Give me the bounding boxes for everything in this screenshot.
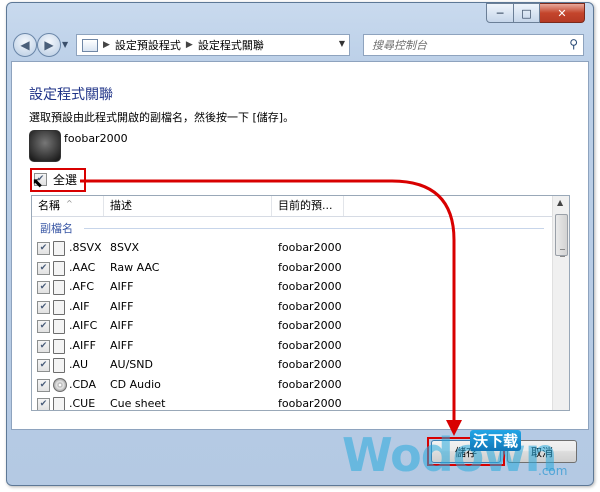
row-checkbox[interactable]: ✔: [37, 320, 50, 333]
cd-icon: [53, 377, 67, 392]
address-bar[interactable]: ▶ 設定預設程式 ▶ 設定程式關聯 ▼: [76, 34, 350, 56]
audio-file-icon: [53, 299, 65, 315]
list-item[interactable]: ✔ .AU AU/SND foobar2000: [32, 355, 552, 375]
audio-file-icon: [53, 260, 65, 276]
foobar2000-app-icon: [29, 130, 61, 162]
row-current-default: foobar2000: [278, 358, 342, 371]
list-rows: ✔ .8SVX 8SVX foobar2000 ✔ .AAC Raw AAC foobar20…: [32, 238, 552, 410]
row-extension: .8SVX: [69, 241, 102, 254]
page-description: 選取預設由此程式開啟的副檔名，然後按一下 [儲存]。: [29, 111, 295, 124]
list-item[interactable]: ✔ .AIFC AIFF foobar2000: [32, 316, 552, 336]
column-description[interactable]: 描述: [104, 196, 272, 216]
mouse-cursor-icon: ⬉: [32, 176, 43, 191]
close-button[interactable]: ✕: [540, 3, 585, 23]
row-description: AIFF: [110, 338, 134, 352]
row-extension: .AAC: [69, 260, 96, 274]
audio-file-icon: [53, 358, 65, 373]
minimize-button[interactable]: ─: [486, 3, 514, 23]
vertical-scrollbar[interactable]: ▲: [552, 196, 569, 410]
content-pane: 設定程式關聯 選取預設由此程式開啟的副檔名，然後按一下 [儲存]。 foobar…: [11, 61, 589, 430]
caption-buttons: ─ □ ✕: [486, 3, 585, 23]
navigation-bar: ◀ ▶ ▼ ▶ 設定預設程式 ▶ 設定程式關聯 ▼ 搜尋控制台 ⚲: [11, 31, 589, 61]
list-item[interactable]: ✔ .AFC AIFF foobar2000: [32, 277, 552, 297]
chevron-right-icon[interactable]: ▶: [103, 40, 110, 50]
list-item[interactable]: ✔ .8SVX 8SVX foobar2000: [32, 238, 552, 258]
forward-arrow-icon: ▶: [44, 38, 54, 52]
row-checkbox[interactable]: ✔: [37, 300, 50, 314]
audio-file-icon: [53, 280, 65, 295]
scroll-thumb[interactable]: [555, 214, 568, 257]
list-item[interactable]: ✔ .AAC Raw AAC foobar2000: [32, 258, 552, 278]
row-current-default: foobar2000: [278, 280, 342, 293]
breadcrumb-set-associations[interactable]: 設定程式關聯: [198, 37, 264, 53]
row-checkbox[interactable]: ✔: [37, 339, 50, 353]
row-extension: .AIFF: [69, 338, 96, 352]
column-name[interactable]: 名稱 ^: [32, 196, 104, 216]
row-checkbox[interactable]: ✔: [37, 359, 50, 372]
row-extension: .CDA: [69, 377, 96, 391]
group-divider: [84, 228, 544, 229]
audio-file-icon: [53, 319, 65, 334]
sort-up-icon: ^: [66, 199, 73, 208]
breadcrumb-default-programs[interactable]: 設定預設程式: [115, 37, 181, 53]
wodown-watermark: Wodown 沃下载 .com: [342, 428, 598, 492]
list-item[interactable]: ✔ .AIFF AIFF foobar2000: [32, 336, 552, 356]
address-dropdown-icon[interactable]: ▼: [339, 39, 345, 48]
row-current-default: foobar2000: [278, 260, 342, 274]
recent-pages-dropdown[interactable]: ▼: [62, 40, 68, 49]
list-item[interactable]: ✔ .AIF AIFF foobar2000: [32, 297, 552, 317]
row-checkbox[interactable]: ✔: [37, 398, 50, 410]
row-description: Cue sheet: [110, 397, 166, 410]
watermark-suffix: .com: [538, 464, 568, 478]
row-checkbox[interactable]: ✔: [37, 281, 50, 294]
search-box[interactable]: 搜尋控制台 ⚲: [363, 34, 584, 56]
row-extension: .AIFC: [69, 319, 98, 332]
app-name: foobar2000: [64, 132, 128, 145]
back-arrow-icon: ◀: [20, 38, 30, 52]
row-current-default: foobar2000: [278, 397, 342, 410]
back-button[interactable]: ◀: [13, 33, 37, 57]
chevron-right-icon[interactable]: ▶: [186, 40, 193, 50]
watermark-text: Wodown: [342, 428, 557, 482]
row-extension: .AFC: [69, 280, 95, 293]
list-header: 名稱 ^ 描述 目前的預...: [32, 196, 552, 217]
audio-file-icon: [53, 338, 65, 354]
row-description: Raw AAC: [110, 260, 160, 274]
row-extension: .CUE: [69, 397, 96, 410]
extension-list: 名稱 ^ 描述 目前的預... 副檔名 ✔ .8SVX 8SVX foobar2000 ✔…: [31, 195, 570, 411]
document-icon: [53, 397, 65, 410]
row-checkbox[interactable]: ✔: [37, 378, 50, 392]
page-title: 設定程式關聯: [29, 87, 113, 103]
row-description: AIFF: [110, 280, 134, 293]
row-description: AIFF: [110, 299, 134, 313]
row-description: 8SVX: [110, 241, 140, 254]
row-current-default: foobar2000: [278, 338, 342, 352]
audio-file-icon: [53, 241, 65, 256]
watermark-badge: 沃下载: [470, 430, 522, 451]
row-current-default: foobar2000: [278, 241, 342, 254]
list-item[interactable]: ✔ .CDA CD Audio foobar2000: [32, 375, 552, 395]
group-header-extensions: 副檔名: [40, 220, 545, 235]
maximize-button[interactable]: □: [514, 3, 540, 23]
scroll-up-icon[interactable]: ▲: [557, 198, 563, 207]
row-checkbox[interactable]: ✔: [37, 242, 50, 255]
row-current-default: foobar2000: [278, 299, 342, 313]
row-checkbox[interactable]: ✔: [37, 261, 50, 275]
row-description: CD Audio: [110, 377, 161, 391]
forward-button[interactable]: ▶: [37, 33, 61, 57]
list-item[interactable]: ✔ .CUE Cue sheet foobar2000: [32, 394, 552, 410]
search-icon[interactable]: ⚲: [569, 37, 578, 51]
row-description: AIFF: [110, 319, 134, 332]
control-panel-icon: [82, 38, 98, 52]
row-extension: .AU: [69, 358, 89, 371]
column-current-default[interactable]: 目前的預...: [272, 196, 344, 216]
control-panel-window: ─ □ ✕ ◀ ▶ ▼ ▶ 設定預設程式 ▶ 設定程式關聯 ▼ 搜尋控制台 ⚲ …: [6, 2, 594, 486]
row-description: AU/SND: [110, 358, 153, 371]
search-input[interactable]: 搜尋控制台: [372, 37, 427, 53]
row-current-default: foobar2000: [278, 319, 342, 332]
row-current-default: foobar2000: [278, 377, 342, 391]
row-extension: .AIF: [69, 299, 90, 313]
